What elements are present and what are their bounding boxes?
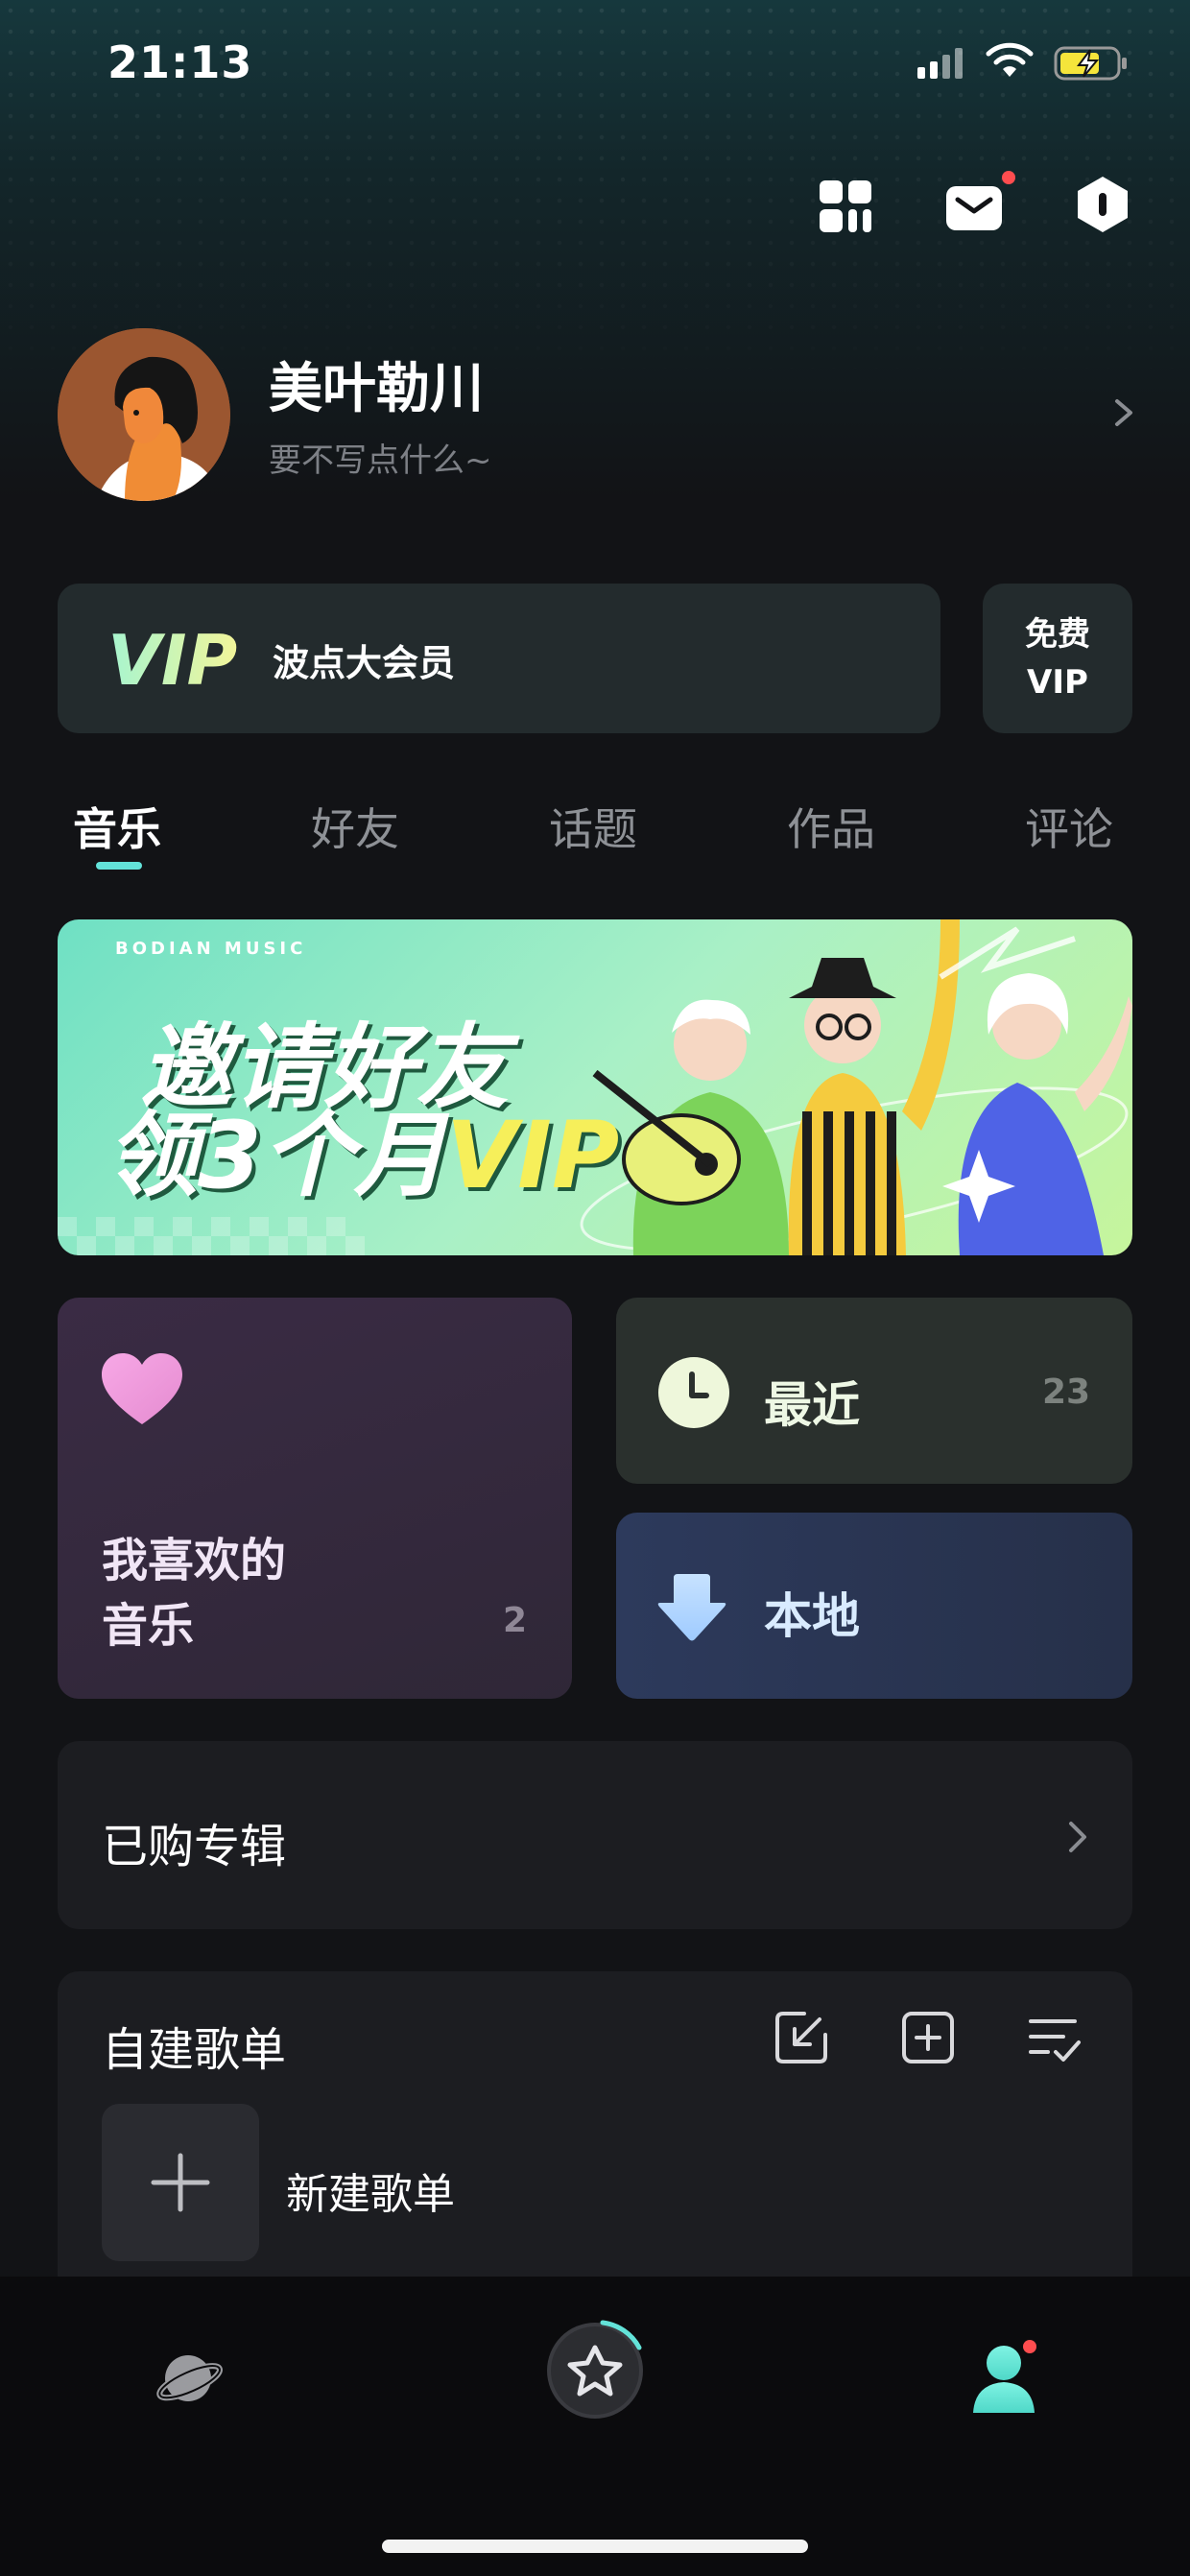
avatar-illustration — [58, 328, 230, 501]
mail-notification-dot — [1002, 171, 1015, 184]
banner-title-prefix: 领3个月 — [106, 1102, 446, 1209]
purchased-albums-label: 已购专辑 — [102, 1820, 287, 1873]
import-playlist-icon[interactable] — [772, 2008, 831, 2067]
vip-label: 波点大会员 — [273, 642, 456, 684]
now-playing-disc-icon[interactable] — [543, 2319, 647, 2422]
clock-icon — [658, 1357, 729, 1428]
settings-hexagon-icon[interactable] — [1073, 175, 1132, 234]
profile-notification-dot — [1023, 2340, 1036, 2353]
local-music-label: 本地 — [764, 1588, 860, 1644]
add-playlist-icon[interactable] — [898, 2008, 958, 2067]
planet-discover-icon[interactable] — [154, 2344, 223, 2413]
favorite-music-title-line1: 我喜欢的 — [102, 1534, 287, 1587]
chevron-right-icon — [1069, 1822, 1086, 1852]
my-playlists-title: 自建歌单 — [102, 2023, 287, 2077]
mail-icon[interactable] — [944, 179, 1004, 238]
active-tab-indicator — [96, 862, 142, 870]
wifi-icon — [986, 42, 1034, 77]
chevron-right-icon[interactable] — [1109, 394, 1138, 432]
home-indicator — [382, 2540, 808, 2553]
free-vip-line2: VIP — [1027, 663, 1088, 702]
apps-grid-icon[interactable] — [816, 177, 875, 236]
tab-music[interactable]: 音乐 — [73, 795, 161, 858]
banner-characters-illustration — [580, 919, 1132, 1255]
banner-brand: BODIAN MUSIC — [115, 939, 307, 959]
free-vip-button[interactable]: 免费 VIP — [983, 584, 1132, 733]
tab-topics[interactable]: 话题 — [549, 795, 637, 858]
heart-icon — [102, 1353, 182, 1424]
username[interactable]: 美叶勒川 — [269, 346, 484, 423]
new-playlist-label[interactable]: 新建歌单 — [286, 2159, 455, 2221]
vip-logo: VIP — [107, 620, 238, 701]
tab-works[interactable]: 作品 — [787, 795, 875, 858]
download-icon — [657, 1574, 726, 1641]
user-bio[interactable]: 要不写点什么~ — [269, 434, 492, 481]
free-vip-line1: 免费 — [1025, 615, 1090, 654]
favorite-music-count: 2 — [503, 1601, 528, 1640]
favorite-music-title: 我喜欢的 音乐 — [102, 1528, 286, 1658]
battery-charging-icon — [1054, 46, 1127, 81]
tab-friends[interactable]: 好友 — [311, 795, 399, 858]
favorite-music-title-line2: 音乐 — [102, 1599, 195, 1653]
recent-label: 最近 — [764, 1377, 860, 1433]
status-time: 21:13 — [107, 36, 253, 88]
plus-icon — [151, 2153, 210, 2212]
recent-count: 23 — [1042, 1372, 1091, 1412]
tab-comments[interactable]: 评论 — [1025, 795, 1113, 858]
cellular-signal-icon — [917, 48, 963, 79]
avatar[interactable] — [58, 328, 230, 501]
manage-playlists-icon[interactable] — [1025, 2010, 1084, 2069]
